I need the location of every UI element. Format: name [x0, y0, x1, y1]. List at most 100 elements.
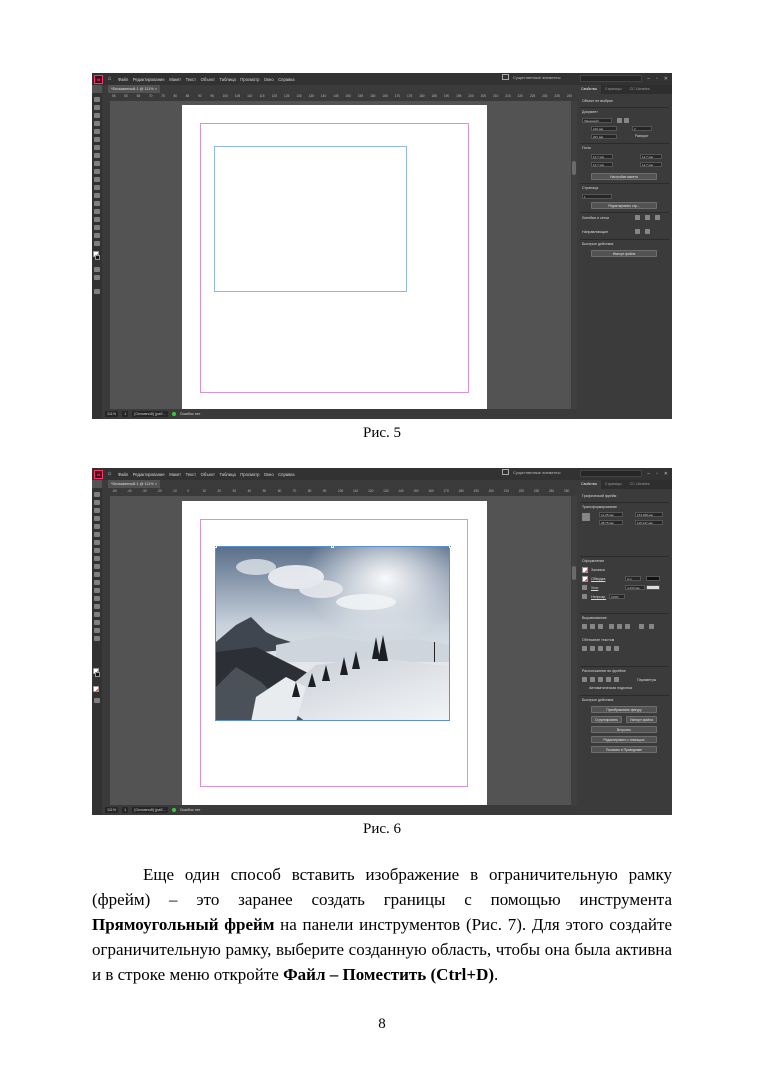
type-tool-icon[interactable] [94, 532, 100, 537]
maximize-icon[interactable]: ▫ [656, 76, 658, 82]
fill-color-icon[interactable] [582, 567, 588, 573]
horizontal-ruler[interactable]: -50 -40 -30 -20 -10 0 10 20 30 40 50 60 70 80 90 100 110… [110, 488, 577, 496]
ruler-icon[interactable] [635, 215, 640, 220]
pen-tool-icon[interactable] [94, 548, 100, 553]
screen-mode-icon[interactable] [94, 698, 100, 703]
zoom-tool-icon[interactable] [94, 636, 100, 641]
resize-handle-top-center[interactable] [331, 544, 334, 548]
menu-edit[interactable]: Редактирование [133, 472, 165, 477]
menu-help[interactable]: Справка [278, 77, 294, 82]
pages-count-field[interactable]: 2 [632, 126, 652, 131]
corner-shape-select[interactable] [646, 585, 660, 590]
adjust-layout-button[interactable]: Настройки макета [591, 173, 657, 180]
menu-view[interactable]: Просмотр [240, 472, 259, 477]
height-field[interactable]: 297 мм [591, 134, 617, 139]
apply-color-icon[interactable] [94, 275, 100, 280]
placed-image-frame[interactable] [215, 546, 450, 721]
import-file-button[interactable]: Импорт файла [591, 250, 657, 257]
type-tool-icon[interactable] [94, 137, 100, 142]
tab-properties[interactable]: Свойства [577, 85, 601, 94]
gradient-feather-tool-icon[interactable] [94, 604, 100, 609]
hand-tool-icon[interactable] [94, 628, 100, 633]
margin-bottom-field[interactable]: 12,7 мм [591, 162, 613, 167]
search-input[interactable] [580, 75, 642, 82]
tab-cc-libraries[interactable]: CC Libraries [626, 85, 654, 94]
direct-selection-tool-icon[interactable] [94, 105, 100, 110]
close-icon[interactable]: ✕ [664, 471, 668, 477]
smart-guides-icon[interactable] [645, 229, 650, 234]
vertical-ruler[interactable] [102, 101, 110, 409]
tab-properties[interactable]: Свойства [577, 480, 601, 489]
close-icon[interactable]: ✕ [664, 76, 668, 82]
preflight-profile[interactable]: [Основной] (раб... [132, 807, 168, 813]
align-left-icon[interactable] [582, 624, 587, 629]
x-field[interactable]: 12,25 мм [599, 512, 623, 517]
opacity-field[interactable]: 100% [609, 594, 625, 599]
stroke-style-select[interactable] [646, 576, 660, 581]
page-tool-icon[interactable] [94, 113, 100, 118]
menu-edit[interactable]: Редактирование [133, 77, 165, 82]
guides-icon[interactable] [635, 229, 640, 234]
pen-tool-icon[interactable] [94, 153, 100, 158]
align-center-icon[interactable] [590, 624, 595, 629]
margin-left-field[interactable]: 12,7 мм [640, 154, 662, 159]
maximize-icon[interactable]: ▫ [656, 471, 658, 477]
note-tool-icon[interactable] [94, 612, 100, 617]
stroke-label[interactable]: Обводка [591, 577, 605, 581]
vertical-ruler[interactable] [102, 496, 110, 805]
line-tool-icon[interactable] [94, 540, 100, 545]
free-transform-tool-icon[interactable] [94, 193, 100, 198]
fit-proportionally-icon[interactable] [614, 677, 619, 682]
workspace-switcher[interactable]: Существенные элементы [502, 74, 561, 80]
align-middle-icon[interactable] [617, 624, 622, 629]
search-input[interactable] [580, 470, 642, 477]
distribute-icon[interactable] [639, 624, 644, 629]
preset-select[interactable]: [Заказной] [582, 118, 612, 123]
margin-right-field[interactable]: 12,7 мм [640, 162, 662, 167]
fitting-options-link[interactable]: Параметры [637, 678, 656, 682]
menu-type[interactable]: Текст [186, 77, 197, 82]
corner-label[interactable]: Угол [591, 586, 598, 590]
menu-table[interactable]: Таблица [219, 77, 235, 82]
reference-point-icon[interactable] [582, 513, 590, 521]
pencil-tool-icon[interactable] [94, 161, 100, 166]
selection-tool-icon[interactable] [94, 97, 100, 102]
minimize-icon[interactable]: – [647, 76, 650, 82]
group-button[interactable]: Сгруппировать [591, 716, 622, 723]
scissors-tool-icon[interactable] [94, 185, 100, 190]
page-tool-icon[interactable] [94, 508, 100, 513]
opacity-icon[interactable] [582, 594, 587, 599]
ruler-origin[interactable] [102, 93, 110, 101]
fill-frame-icon[interactable] [582, 677, 587, 682]
rectangle-tool-icon[interactable] [94, 177, 100, 182]
home-icon[interactable]: ⌂ [105, 75, 114, 84]
pencil-tool-icon[interactable] [94, 556, 100, 561]
convert-shape-button[interactable]: Преобразовать фигуру [591, 706, 657, 713]
stroke-weight-field[interactable]: 0 пт [625, 576, 641, 581]
rectangle-tool-icon[interactable] [94, 572, 100, 577]
menu-object[interactable]: Объект [201, 77, 215, 82]
edit-with-button[interactable]: Редактировать с помощью [591, 736, 657, 743]
baseline-grid-icon[interactable] [655, 215, 660, 220]
auto-fit-checkbox[interactable]: Автоматическая подгонка [589, 686, 632, 690]
y-field[interactable]: 28,75 мм [599, 520, 623, 525]
empty-frame-outline[interactable] [214, 146, 407, 292]
wrap-bounding-box-icon[interactable] [590, 646, 595, 651]
rectangle-frame-tool-icon[interactable] [94, 564, 100, 569]
gradient-feather-tool-icon[interactable] [94, 209, 100, 214]
eyedropper-tool-icon[interactable] [94, 225, 100, 230]
menu-type[interactable]: Текст [186, 472, 197, 477]
document-canvas[interactable] [110, 101, 577, 409]
stroke-color-icon[interactable] [582, 576, 588, 582]
preflight-profile[interactable]: [Основной] (раб... [132, 411, 168, 417]
scrollbar-thumb[interactable] [572, 161, 576, 175]
menu-layout[interactable]: Макет [169, 472, 181, 477]
w-field[interactable]: 153,928 мм [635, 512, 663, 517]
scrollbar-thumb[interactable] [572, 566, 576, 580]
align-to-icon[interactable] [649, 624, 654, 629]
menu-object[interactable]: Объект [201, 472, 215, 477]
tab-cc-libraries[interactable]: CC Libraries [626, 480, 654, 489]
document-page[interactable] [182, 105, 487, 409]
gap-tool-icon[interactable] [94, 121, 100, 126]
document-tab[interactable]: *Безымянный-1 @ 111% × [108, 480, 160, 488]
